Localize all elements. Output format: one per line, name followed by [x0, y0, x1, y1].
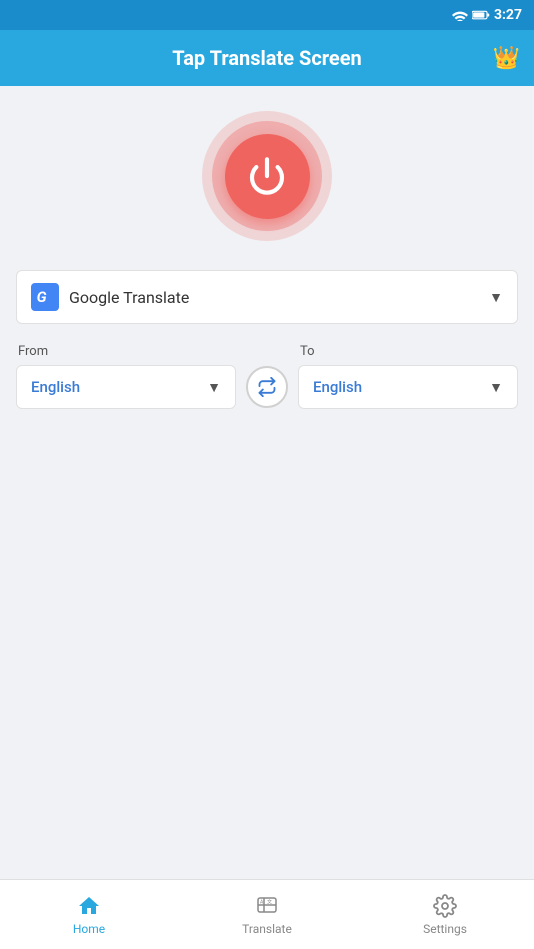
- bottom-nav: Home A 文 Translate Settings: [0, 879, 534, 949]
- nav-item-translate[interactable]: A 文 Translate: [178, 884, 356, 946]
- swap-icon: [257, 377, 277, 397]
- swap-button[interactable]: [246, 366, 288, 408]
- to-language-dropdown[interactable]: English ▼: [298, 365, 518, 409]
- nav-item-settings[interactable]: Settings: [356, 884, 534, 946]
- translate-icon: A 文: [255, 894, 279, 918]
- power-icon: [247, 156, 287, 196]
- app-title: Tap Translate Screen: [172, 46, 361, 70]
- language-row: From English ▼ To English ▼: [16, 344, 518, 416]
- from-dropdown-arrow: ▼: [207, 379, 221, 396]
- settings-icon: [433, 894, 457, 918]
- from-language-column: From English ▼: [16, 344, 236, 409]
- power-button-container[interactable]: [197, 106, 337, 246]
- main-content: G Google Translate ▼ From English ▼: [0, 86, 534, 879]
- to-label: To: [298, 344, 518, 359]
- app-header: Tap Translate Screen 👑: [0, 30, 534, 86]
- translator-dropdown-arrow: ▼: [489, 289, 503, 306]
- translate-nav-label: Translate: [242, 922, 292, 936]
- battery-icon: [472, 9, 490, 21]
- from-language-dropdown[interactable]: English ▼: [16, 365, 236, 409]
- svg-text:G: G: [37, 288, 47, 306]
- from-language-text: English: [31, 378, 80, 396]
- svg-text:文: 文: [267, 898, 272, 905]
- from-label: From: [16, 344, 236, 359]
- translator-name: Google Translate: [69, 288, 479, 307]
- to-language-column: To English ▼: [298, 344, 518, 409]
- home-icon: [77, 894, 101, 918]
- status-bar: 3:27: [0, 0, 534, 30]
- power-button[interactable]: [225, 134, 310, 219]
- to-language-text: English: [313, 378, 362, 396]
- settings-nav-label: Settings: [423, 922, 467, 936]
- status-time: 3:27: [494, 7, 522, 23]
- wifi-icon: [452, 9, 468, 21]
- to-dropdown-arrow: ▼: [489, 379, 503, 396]
- swap-button-container: [246, 344, 288, 416]
- crown-icon[interactable]: 👑: [493, 46, 520, 71]
- google-translate-logo: G: [31, 283, 59, 311]
- nav-item-home[interactable]: Home: [0, 884, 178, 946]
- translator-selector[interactable]: G Google Translate ▼: [16, 270, 518, 324]
- home-nav-label: Home: [73, 922, 105, 936]
- status-bar-icons: 3:27: [452, 7, 522, 23]
